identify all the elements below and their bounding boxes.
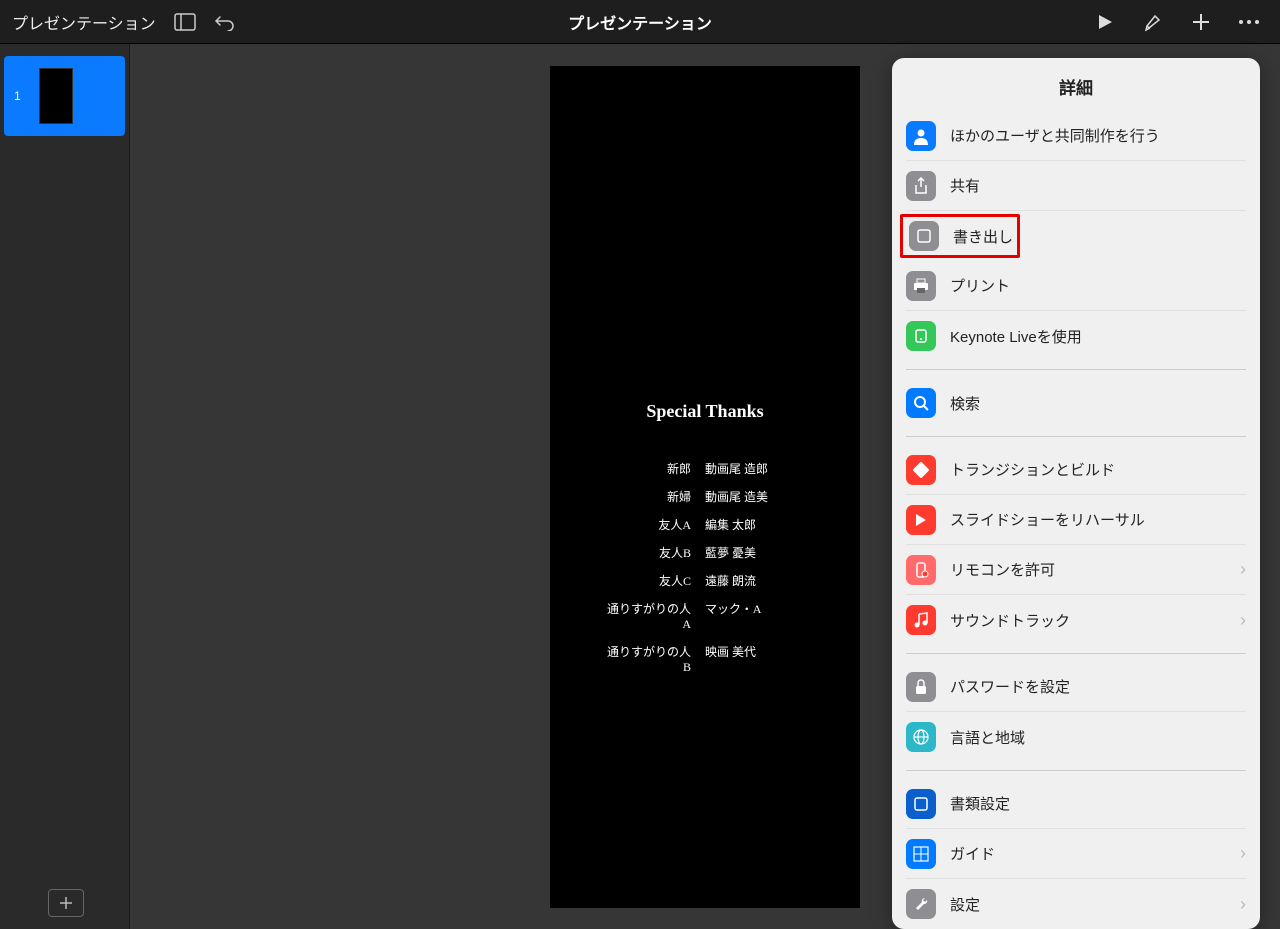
menu-rehearse[interactable]: スライドショーをリハーサル <box>906 495 1246 545</box>
menu-share[interactable]: 共有 <box>906 161 1246 211</box>
search-icon <box>906 388 936 418</box>
document-title: プレゼンテーション <box>568 10 712 34</box>
menu-remote[interactable]: リモコンを許可 › <box>906 545 1246 595</box>
globe-icon <box>906 722 936 752</box>
back-button[interactable]: プレゼンテーション <box>12 10 156 34</box>
menu-keynote-live[interactable]: Keynote Liveを使用 <box>906 311 1246 361</box>
chevron-right-icon: › <box>1240 610 1246 631</box>
menu-language[interactable]: 言語と地域 <box>906 712 1246 762</box>
share-icon <box>906 171 936 201</box>
add-slide-button[interactable] <box>48 889 84 917</box>
menu-password[interactable]: パスワードを設定 <box>906 662 1246 712</box>
add-icon[interactable] <box>1190 11 1212 33</box>
slide-number: 1 <box>14 89 21 103</box>
menu-guides[interactable]: ガイド › <box>906 829 1246 879</box>
toolbar: プレゼンテーション プレゼンテーション <box>0 0 1280 44</box>
remote-icon <box>906 555 936 585</box>
popover-title: 詳細 <box>892 58 1260 111</box>
slide-canvas[interactable]: Special Thanks 新郎動画尾 造郎 新婦動画尾 造美 友人A編集 太… <box>550 66 860 908</box>
slide-credits: 新郎動画尾 造郎 新婦動画尾 造美 友人A編集 太郎 友人B藍夢 憂美 友人C遠… <box>550 460 860 686</box>
menu-collaborate[interactable]: ほかのユーザと共同制作を行う <box>906 111 1246 161</box>
menu-print[interactable]: プリント <box>906 261 1246 311</box>
wrench-icon <box>906 889 936 919</box>
slide-thumb-preview <box>39 68 73 124</box>
format-brush-icon[interactable] <box>1142 11 1164 33</box>
play-icon[interactable] <box>1094 11 1116 33</box>
keynote-live-icon <box>906 321 936 351</box>
transitions-icon <box>906 455 936 485</box>
print-icon <box>906 271 936 301</box>
menu-settings[interactable]: 設定 › <box>906 879 1246 929</box>
chevron-right-icon: › <box>1240 559 1246 580</box>
menu-transitions[interactable]: トランジションとビルド <box>906 445 1246 495</box>
chevron-right-icon: › <box>1240 843 1246 864</box>
chevron-right-icon: › <box>1240 894 1246 915</box>
undo-icon[interactable] <box>214 11 236 33</box>
view-mode-icon[interactable] <box>174 11 196 33</box>
menu-doc-setup[interactable]: 書類設定 <box>906 779 1246 829</box>
slide-thumbnail-1[interactable]: 1 <box>4 56 125 136</box>
play-icon <box>906 505 936 535</box>
more-popover: 詳細 ほかのユーザと共同制作を行う 共有 書き出し プリント Keynote L… <box>892 58 1260 929</box>
document-icon <box>906 789 936 819</box>
export-highlight: 書き出し <box>900 214 1020 258</box>
menu-export[interactable]: 書き出し <box>906 211 1246 261</box>
lock-icon <box>906 672 936 702</box>
person-icon <box>906 121 936 151</box>
guides-icon <box>906 839 936 869</box>
slide-navigator: 1 <box>0 44 130 929</box>
menu-soundtrack[interactable]: サウンドトラック › <box>906 595 1246 645</box>
more-icon[interactable] <box>1238 11 1260 33</box>
menu-search[interactable]: 検索 <box>906 378 1246 428</box>
export-icon <box>909 221 939 251</box>
slide-title: Special Thanks <box>550 401 860 422</box>
music-icon <box>906 605 936 635</box>
